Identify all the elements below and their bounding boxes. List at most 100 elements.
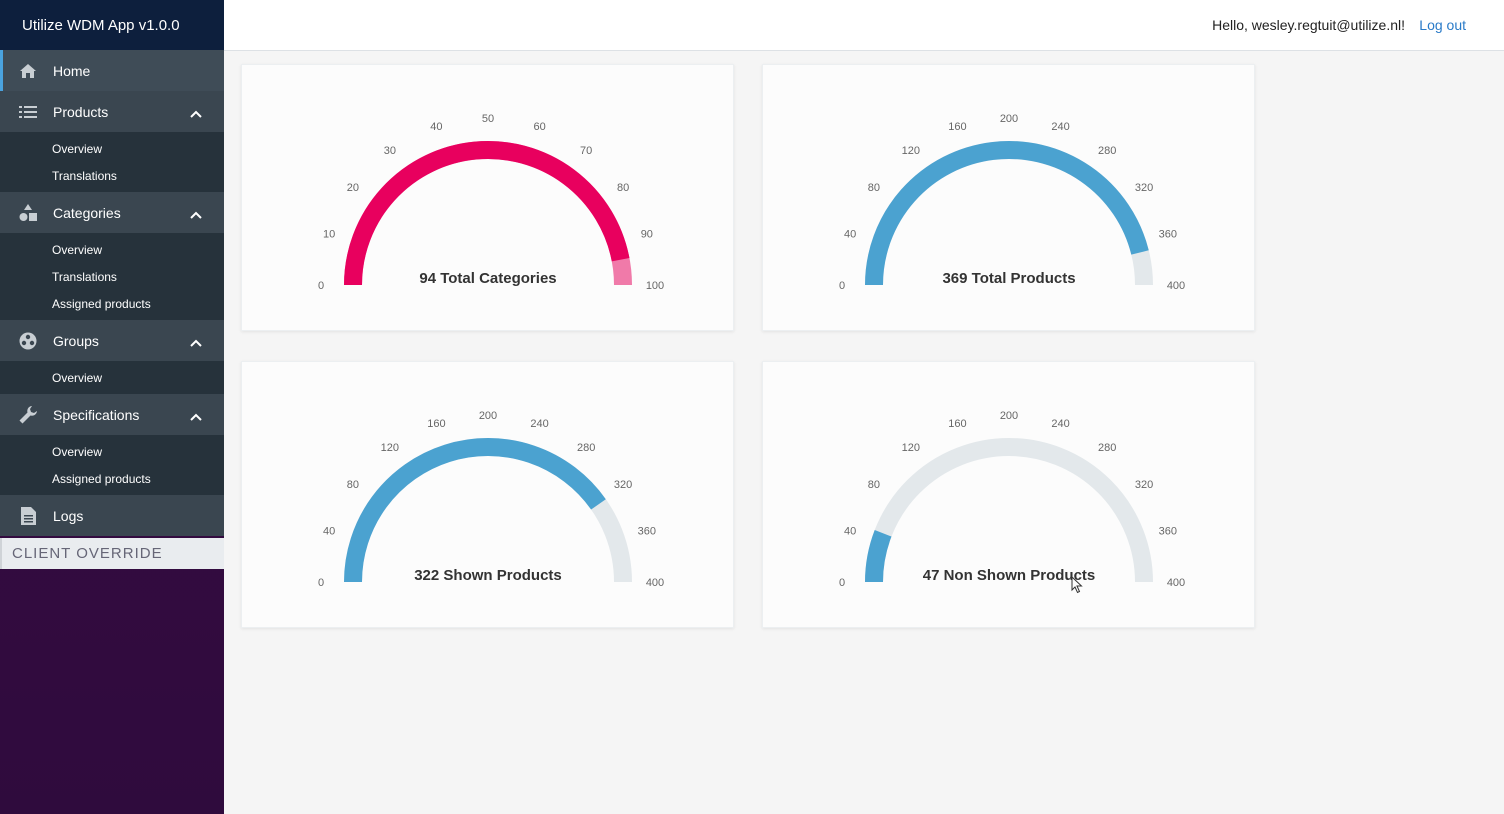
user-greeting: Hello, wesley.regtuit@utilize.nl! (1212, 17, 1405, 33)
gauge-tick-label: 80 (617, 182, 629, 194)
gauge-title: 369 Total Products (942, 270, 1075, 287)
gauge-tick-label: 80 (868, 182, 880, 194)
gauge-tick-label: 240 (530, 418, 548, 430)
sidebar-item-products[interactable]: Products (0, 91, 224, 132)
gauge-card-total-products: 0 40 80 120 160 200 240 280 320 360 400 369 Total P… (762, 64, 1255, 331)
sidebar-item-label: Specifications (53, 406, 140, 423)
nav-menu: Home Products Overview Translations Cate… (0, 50, 224, 536)
sidebar-item-home[interactable]: Home (0, 50, 224, 91)
sidebar-subitem-specifications-assigned-products[interactable]: Assigned products (0, 465, 224, 492)
products-submenu: Overview Translations (0, 132, 224, 192)
gauge-track (344, 438, 632, 583)
chevron-up-icon[interactable] (190, 334, 202, 350)
categories-submenu: Overview Translations Assigned products (0, 233, 224, 320)
gauge-tick-label: 40 (430, 121, 442, 133)
gauge-tick-label: 80 (868, 479, 880, 491)
groups-submenu: Overview (0, 361, 224, 394)
gauge-tick-label: 0 (839, 577, 845, 589)
sidebar-subitem-products-overview[interactable]: Overview (0, 135, 224, 162)
client-override-button[interactable]: CLIENT OVERRIDE (0, 538, 224, 569)
gauge-tick-label: 280 (1098, 145, 1116, 157)
sidebar-item-groups[interactable]: Groups (0, 320, 224, 361)
gauge-tick-label: 200 (479, 410, 497, 422)
chevron-up-icon[interactable] (190, 408, 202, 424)
sidebar-item-categories[interactable]: Categories (0, 192, 224, 233)
gauge-tick-label: 120 (381, 442, 399, 454)
gauge-track (865, 141, 1153, 286)
gauge-tick-label: 160 (427, 418, 445, 430)
gauge-tick-label: 240 (1051, 418, 1069, 430)
gauge-tick-label: 280 (577, 442, 595, 454)
gauge-tick-label: 40 (844, 228, 856, 240)
sidebar-subitem-groups-overview[interactable]: Overview (0, 364, 224, 391)
gauge-svg: 0 40 80 120 160 200 240 280 320 360 400 369 Total P… (839, 113, 1185, 292)
shapes-icon (18, 203, 38, 222)
sidebar-item-label: Products (53, 103, 109, 120)
gauge-value-arc (865, 141, 1149, 286)
sidebar-subitem-specifications-overview[interactable]: Overview (0, 438, 224, 465)
gauge-tick-label: 160 (948, 418, 966, 430)
gauge-title: 47 Non Shown Products (923, 567, 1096, 584)
sidebar-item-label: Categories (53, 204, 121, 221)
gauge-tick-label: 320 (1135, 479, 1153, 491)
app-title: Utilize WDM App v1.0.0 (0, 0, 224, 50)
gauge-tick-label: 400 (1167, 577, 1185, 589)
gauge-svg: 0 40 80 120 160 200 240 280 320 360 400 47 Non Show… (839, 410, 1185, 589)
gauge-track (865, 438, 1153, 583)
gauge-tick-label: 10 (323, 228, 335, 240)
gauge-value-arc (344, 141, 630, 286)
gauge-tick-label: 280 (1098, 442, 1116, 454)
sidebar-subitem-categories-translations[interactable]: Translations (0, 263, 224, 290)
specifications-submenu: Overview Assigned products (0, 435, 224, 495)
sidebar-subitem-categories-overview[interactable]: Overview (0, 236, 224, 263)
gauge-tick-label: 320 (1135, 182, 1153, 194)
gauge-tick-label: 100 (646, 280, 664, 292)
gauge-tick-label: 70 (580, 145, 592, 157)
gauge-svg: 0 40 80 120 160 200 240 280 320 360 400 322 Shown P… (318, 410, 664, 589)
sidebar-item-label: Home (53, 62, 91, 79)
gauge-tick-label: 200 (1000, 113, 1018, 125)
gauge-tick-label: 0 (318, 577, 324, 589)
gauge-tick-label: 360 (1159, 525, 1177, 537)
gauge-tick-label: 0 (318, 280, 324, 292)
gauge-title: 322 Shown Products (414, 567, 562, 584)
document-icon (18, 506, 38, 525)
gauge-tick-label: 240 (1051, 121, 1069, 133)
gauge-card-shown-products: 0 40 80 120 160 200 240 280 320 360 400 322 Shown P… (241, 361, 734, 628)
gauge-tick-label: 40 (323, 525, 335, 537)
home-icon (18, 62, 38, 80)
gauge-tick-label: 0 (839, 280, 845, 292)
gauge-title: 94 Total Categories (419, 270, 556, 287)
gauge-tick-label: 20 (347, 182, 359, 194)
groups-icon (18, 332, 38, 350)
sidebar-item-label: Logs (53, 507, 84, 524)
gauge-tick-label: 80 (347, 479, 359, 491)
logout-link[interactable]: Log out (1419, 17, 1466, 33)
gauge-tick-label: 40 (844, 525, 856, 537)
top-bar: Hello, wesley.regtuit@utilize.nl! Log ou… (224, 0, 1504, 51)
sidebar: Utilize WDM App v1.0.0 Home Products Ove… (0, 0, 224, 814)
gauge-tick-label: 120 (902, 442, 920, 454)
gauge-track (344, 141, 632, 286)
wrench-icon (18, 405, 38, 424)
gauge-tick-label: 120 (902, 145, 920, 157)
chevron-up-icon[interactable] (190, 206, 202, 222)
chevron-up-icon[interactable] (190, 105, 202, 121)
gauge-tick-label: 50 (482, 113, 494, 125)
sidebar-item-logs[interactable]: Logs (0, 495, 224, 536)
sidebar-subitem-categories-assigned-products[interactable]: Assigned products (0, 290, 224, 317)
sidebar-item-label: Groups (53, 332, 99, 349)
gauge-tick-label: 360 (638, 525, 656, 537)
sidebar-item-specifications[interactable]: Specifications (0, 394, 224, 435)
gauge-card-non-shown-products: 0 40 80 120 160 200 240 280 320 360 400 47 Non Show… (762, 361, 1255, 628)
sidebar-subitem-products-translations[interactable]: Translations (0, 162, 224, 189)
gauge-tick-label: 400 (1167, 280, 1185, 292)
gauge-tick-label: 60 (533, 121, 545, 133)
gauge-tick-label: 160 (948, 121, 966, 133)
gauge-tick-label: 400 (646, 577, 664, 589)
list-icon (18, 103, 38, 121)
gauge-tick-label: 320 (614, 479, 632, 491)
gauge-tick-label: 200 (1000, 410, 1018, 422)
gauge-svg: 0 10 20 30 40 50 60 70 80 90 100 94 Total Categorie… (318, 113, 664, 292)
gauge-card-total-categories: 0 10 20 30 40 50 60 70 80 90 100 94 Total Categorie… (241, 64, 734, 331)
